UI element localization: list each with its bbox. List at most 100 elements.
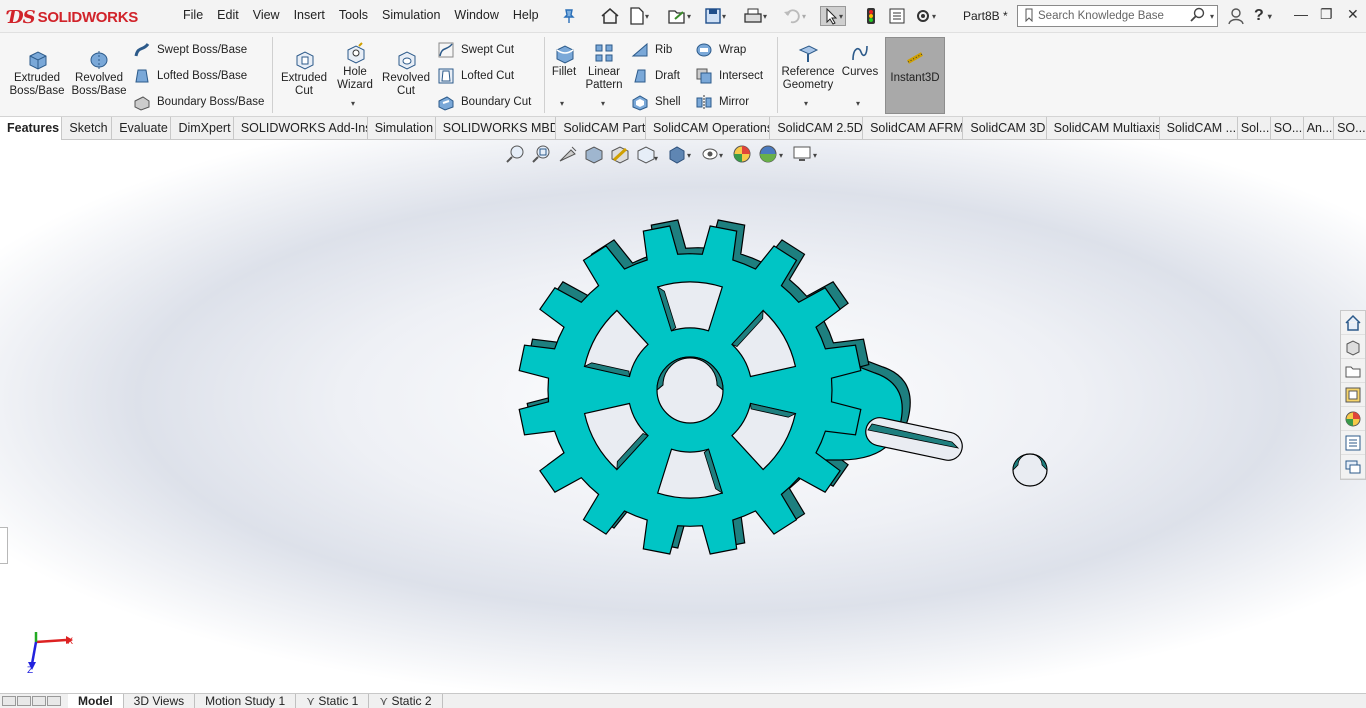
tab-dimxpert[interactable]: DimXpert [171, 117, 234, 140]
lofted-cut-button[interactable]: Lofted Cut [437, 66, 514, 86]
scroll-last-icon[interactable] [47, 696, 61, 706]
hole-wizard-dropdown-icon[interactable]: ▾ [351, 99, 355, 108]
intersect-button[interactable]: Intersect [695, 66, 763, 86]
select-icon[interactable]: ▾ [820, 6, 847, 26]
scroll-next-icon[interactable] [32, 696, 46, 706]
boundary-cut-button[interactable]: Boundary Cut [437, 92, 531, 112]
tab-so-2[interactable]: SO... [1334, 117, 1366, 140]
revolved-cut-button[interactable]: Revolved Cut [380, 48, 432, 98]
restore-icon[interactable]: ❐ [1320, 6, 1333, 23]
feature-manager-collapse-handle[interactable] [0, 527, 8, 564]
menu-edit[interactable]: Edit [210, 8, 246, 22]
new-document-icon[interactable]: ▾ [629, 6, 649, 26]
appearances-scenes-icon[interactable] [1341, 407, 1365, 431]
print-icon[interactable]: ▾ [743, 6, 767, 26]
design-library-icon[interactable] [1341, 335, 1365, 359]
fillet-dropdown-icon[interactable]: ▾ [560, 99, 564, 108]
search-dropdown-icon[interactable]: ▾ [1210, 12, 1214, 21]
undo-icon[interactable]: ▾ [782, 6, 806, 26]
mirror-label: Mirror [719, 96, 750, 108]
tab-static-2[interactable]: ⋎ Static 2 [369, 694, 443, 708]
view-palette-icon[interactable] [1341, 383, 1365, 407]
pin-icon[interactable] [561, 6, 577, 26]
user-account-icon[interactable] [1228, 6, 1244, 26]
tab-solidcam-afrm[interactable]: SolidCAM AFRM [863, 117, 964, 140]
minimize-icon[interactable]: — [1294, 6, 1308, 22]
scroll-prev-icon[interactable] [17, 696, 31, 706]
boundary-boss-button[interactable]: Boundary Boss/Base [133, 92, 264, 112]
file-properties-icon[interactable] [888, 6, 906, 26]
curves-button[interactable]: Curves [839, 42, 881, 79]
solidworks-resources-icon[interactable] [1341, 311, 1365, 335]
tab-3d-views[interactable]: 3D Views [124, 694, 196, 708]
curves-dropdown-icon[interactable]: ▾ [856, 99, 860, 108]
tab-static-1[interactable]: ⋎ Static 1 [296, 694, 370, 708]
forum-icon[interactable] [1341, 455, 1365, 479]
extruded-boss-button[interactable]: Extruded Boss/Base [8, 48, 66, 98]
tab-solidworks-mbd[interactable]: SOLIDWORKS MBD [436, 117, 557, 140]
rib-button[interactable]: Rib [631, 40, 672, 60]
menu-simulation[interactable]: Simulation [375, 8, 447, 22]
search-knowledge-base-input[interactable]: Search Knowledge Base ▾ [1017, 5, 1218, 27]
tab-solidcam-operations[interactable]: SolidCAM Operations [646, 117, 771, 140]
tab-solidcam-multiaxis[interactable]: SolidCAM Multiaxis [1047, 117, 1160, 140]
menu-view[interactable]: View [246, 8, 287, 22]
tab-solidcam-2-5d[interactable]: SolidCAM 2.5D [770, 117, 864, 140]
instant3d-button[interactable]: Instant3D [885, 37, 945, 114]
menu-insert[interactable]: Insert [287, 8, 332, 22]
title-bar: ƊS SOLIDWORKS File Edit View Insert Tool… [0, 0, 1366, 33]
hole-wizard-button[interactable]: Hole Wizard [332, 42, 378, 92]
extruded-cut-button[interactable]: Extruded Cut [278, 48, 330, 98]
menu-tools[interactable]: Tools [332, 8, 375, 22]
linear-pattern-dropdown-icon[interactable]: ▾ [601, 99, 605, 108]
file-explorer-icon[interactable] [1341, 359, 1365, 383]
close-icon[interactable]: ✕ [1347, 6, 1359, 23]
tab-solidcam-part[interactable]: SolidCAM Part [556, 117, 646, 140]
home-icon[interactable] [600, 6, 620, 26]
mirror-icon [696, 95, 712, 109]
tab-solidcam-more[interactable]: SolidCAM ... [1160, 117, 1238, 140]
revolved-boss-button[interactable]: Revolved Boss/Base [70, 48, 128, 98]
shell-button[interactable]: Shell [631, 92, 681, 112]
rebuild-traffic-light-icon[interactable] [865, 6, 877, 26]
swept-cut-button[interactable]: Swept Cut [437, 40, 514, 60]
tab-solidworks-add-ins[interactable]: SOLIDWORKS Add-Ins [234, 117, 368, 140]
search-scope-icon[interactable] [1024, 8, 1034, 25]
lofted-boss-button[interactable]: Lofted Boss/Base [133, 66, 247, 86]
tab-solidcam-3d[interactable]: SolidCAM 3D [963, 117, 1047, 140]
search-icon[interactable] [1189, 7, 1207, 26]
draft-button[interactable]: Draft [631, 66, 680, 86]
tab-so-1[interactable]: SO... [1271, 117, 1304, 140]
open-document-icon[interactable]: ▾ [667, 6, 691, 26]
tab-simulation[interactable]: Simulation [368, 117, 436, 140]
options-gear-icon[interactable]: ▾ [914, 6, 936, 26]
tab-model[interactable]: Model [68, 694, 124, 708]
document-name: Part8B * [963, 9, 1008, 23]
instant3d-label: Instant3D [890, 72, 940, 84]
swept-boss-button[interactable]: Swept Boss/Base [133, 40, 247, 60]
tab-features[interactable]: Features [0, 117, 63, 140]
custom-properties-icon[interactable] [1341, 431, 1365, 455]
tab-evaluate[interactable]: Evaluate [112, 117, 172, 140]
tab-an[interactable]: An... [1304, 117, 1335, 140]
fillet-button[interactable]: Fillet [548, 42, 580, 79]
reference-geometry-dropdown-icon[interactable]: ▾ [804, 99, 808, 108]
task-pane-tabs [1340, 310, 1366, 480]
simulation-study-icon: ⋎ [379, 694, 392, 708]
tab-sol[interactable]: Sol... [1238, 117, 1271, 140]
gear-crank-part[interactable] [0, 140, 1366, 693]
linear-pattern-button[interactable]: Linear Pattern [583, 42, 625, 92]
menu-window[interactable]: Window [447, 8, 505, 22]
help-icon[interactable]: ? ▾ [1254, 6, 1272, 26]
reference-geometry-button[interactable]: Reference Geometry [780, 42, 836, 92]
solidworks-logo[interactable]: ƊS SOLIDWORKS [8, 2, 156, 32]
menu-help[interactable]: Help [506, 8, 546, 22]
graphics-area[interactable]: ▾ ▾ ▾ ▾ ▾ X Z [0, 140, 1366, 693]
menu-file[interactable]: File [176, 8, 210, 22]
tab-sketch[interactable]: Sketch [62, 117, 113, 140]
save-icon[interactable]: ▾ [704, 6, 726, 26]
wrap-button[interactable]: Wrap [695, 40, 746, 60]
tab-motion-study-1[interactable]: Motion Study 1 [195, 694, 297, 708]
mirror-button[interactable]: Mirror [695, 92, 749, 112]
scroll-first-icon[interactable] [2, 696, 16, 706]
